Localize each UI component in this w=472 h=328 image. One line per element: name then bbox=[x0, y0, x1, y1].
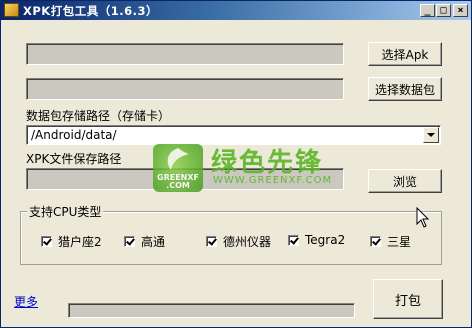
cpu-option-label: 猎户座2 bbox=[58, 235, 102, 249]
minimize-button[interactable]: _ bbox=[420, 4, 435, 17]
cpu-option-exynos[interactable]: 猎户座2 bbox=[41, 233, 102, 250]
cpu-option-ti[interactable]: 德州仪器 bbox=[206, 233, 271, 250]
xpk-path-label: XPK文件保存路径 bbox=[26, 152, 122, 166]
browse-button[interactable]: 浏览 bbox=[368, 169, 442, 193]
data-pack-path-field[interactable] bbox=[26, 78, 344, 100]
cpu-option-qualcomm[interactable]: 高通 bbox=[124, 233, 165, 250]
checkbox[interactable] bbox=[206, 236, 217, 247]
cpu-option-label: 高通 bbox=[141, 235, 166, 249]
data-path-label: 数据包存储路径（存储卡） bbox=[26, 109, 171, 123]
more-link[interactable]: 更多 bbox=[14, 293, 38, 310]
cpu-option-label: Tegra2 bbox=[305, 233, 346, 247]
checkbox[interactable] bbox=[41, 236, 52, 247]
app-icon bbox=[4, 3, 19, 17]
cpu-option-samsung[interactable]: 三星 bbox=[370, 233, 411, 250]
chevron-down-icon[interactable] bbox=[423, 127, 439, 143]
title-bar[interactable]: XPK打包工具（1.6.3） _ □ × bbox=[1, 1, 471, 20]
app-window: XPK打包工具（1.6.3） _ □ × 选择Apk 选择数据包 数据包存储路径… bbox=[0, 0, 472, 328]
progress-bar bbox=[68, 303, 355, 318]
data-path-select[interactable]: /Android/data/ bbox=[26, 125, 441, 145]
checkbox[interactable] bbox=[288, 234, 299, 246]
apk-path-field[interactable] bbox=[26, 43, 344, 65]
cpu-option-label: 德州仪器 bbox=[223, 235, 272, 249]
mouse-cursor-icon bbox=[416, 207, 430, 228]
checkbox[interactable] bbox=[370, 236, 381, 247]
maximize-button[interactable]: □ bbox=[436, 4, 451, 17]
cpu-option-tegra2[interactable]: Tegra2 bbox=[288, 233, 345, 247]
close-button[interactable]: × bbox=[453, 4, 468, 17]
xpk-save-path-field[interactable] bbox=[26, 168, 344, 190]
cpu-type-group-title: 支持CPU类型 bbox=[27, 203, 104, 220]
select-apk-button[interactable]: 选择Apk bbox=[368, 42, 442, 66]
select-data-pack-button[interactable]: 选择数据包 bbox=[368, 77, 442, 101]
pack-button[interactable]: 打包 bbox=[373, 279, 443, 319]
cpu-option-label: 三星 bbox=[387, 235, 412, 249]
checkbox[interactable] bbox=[124, 236, 135, 247]
data-path-selected-value: /Android/data/ bbox=[31, 128, 117, 142]
window-title: XPK打包工具（1.6.3） bbox=[23, 4, 158, 18]
